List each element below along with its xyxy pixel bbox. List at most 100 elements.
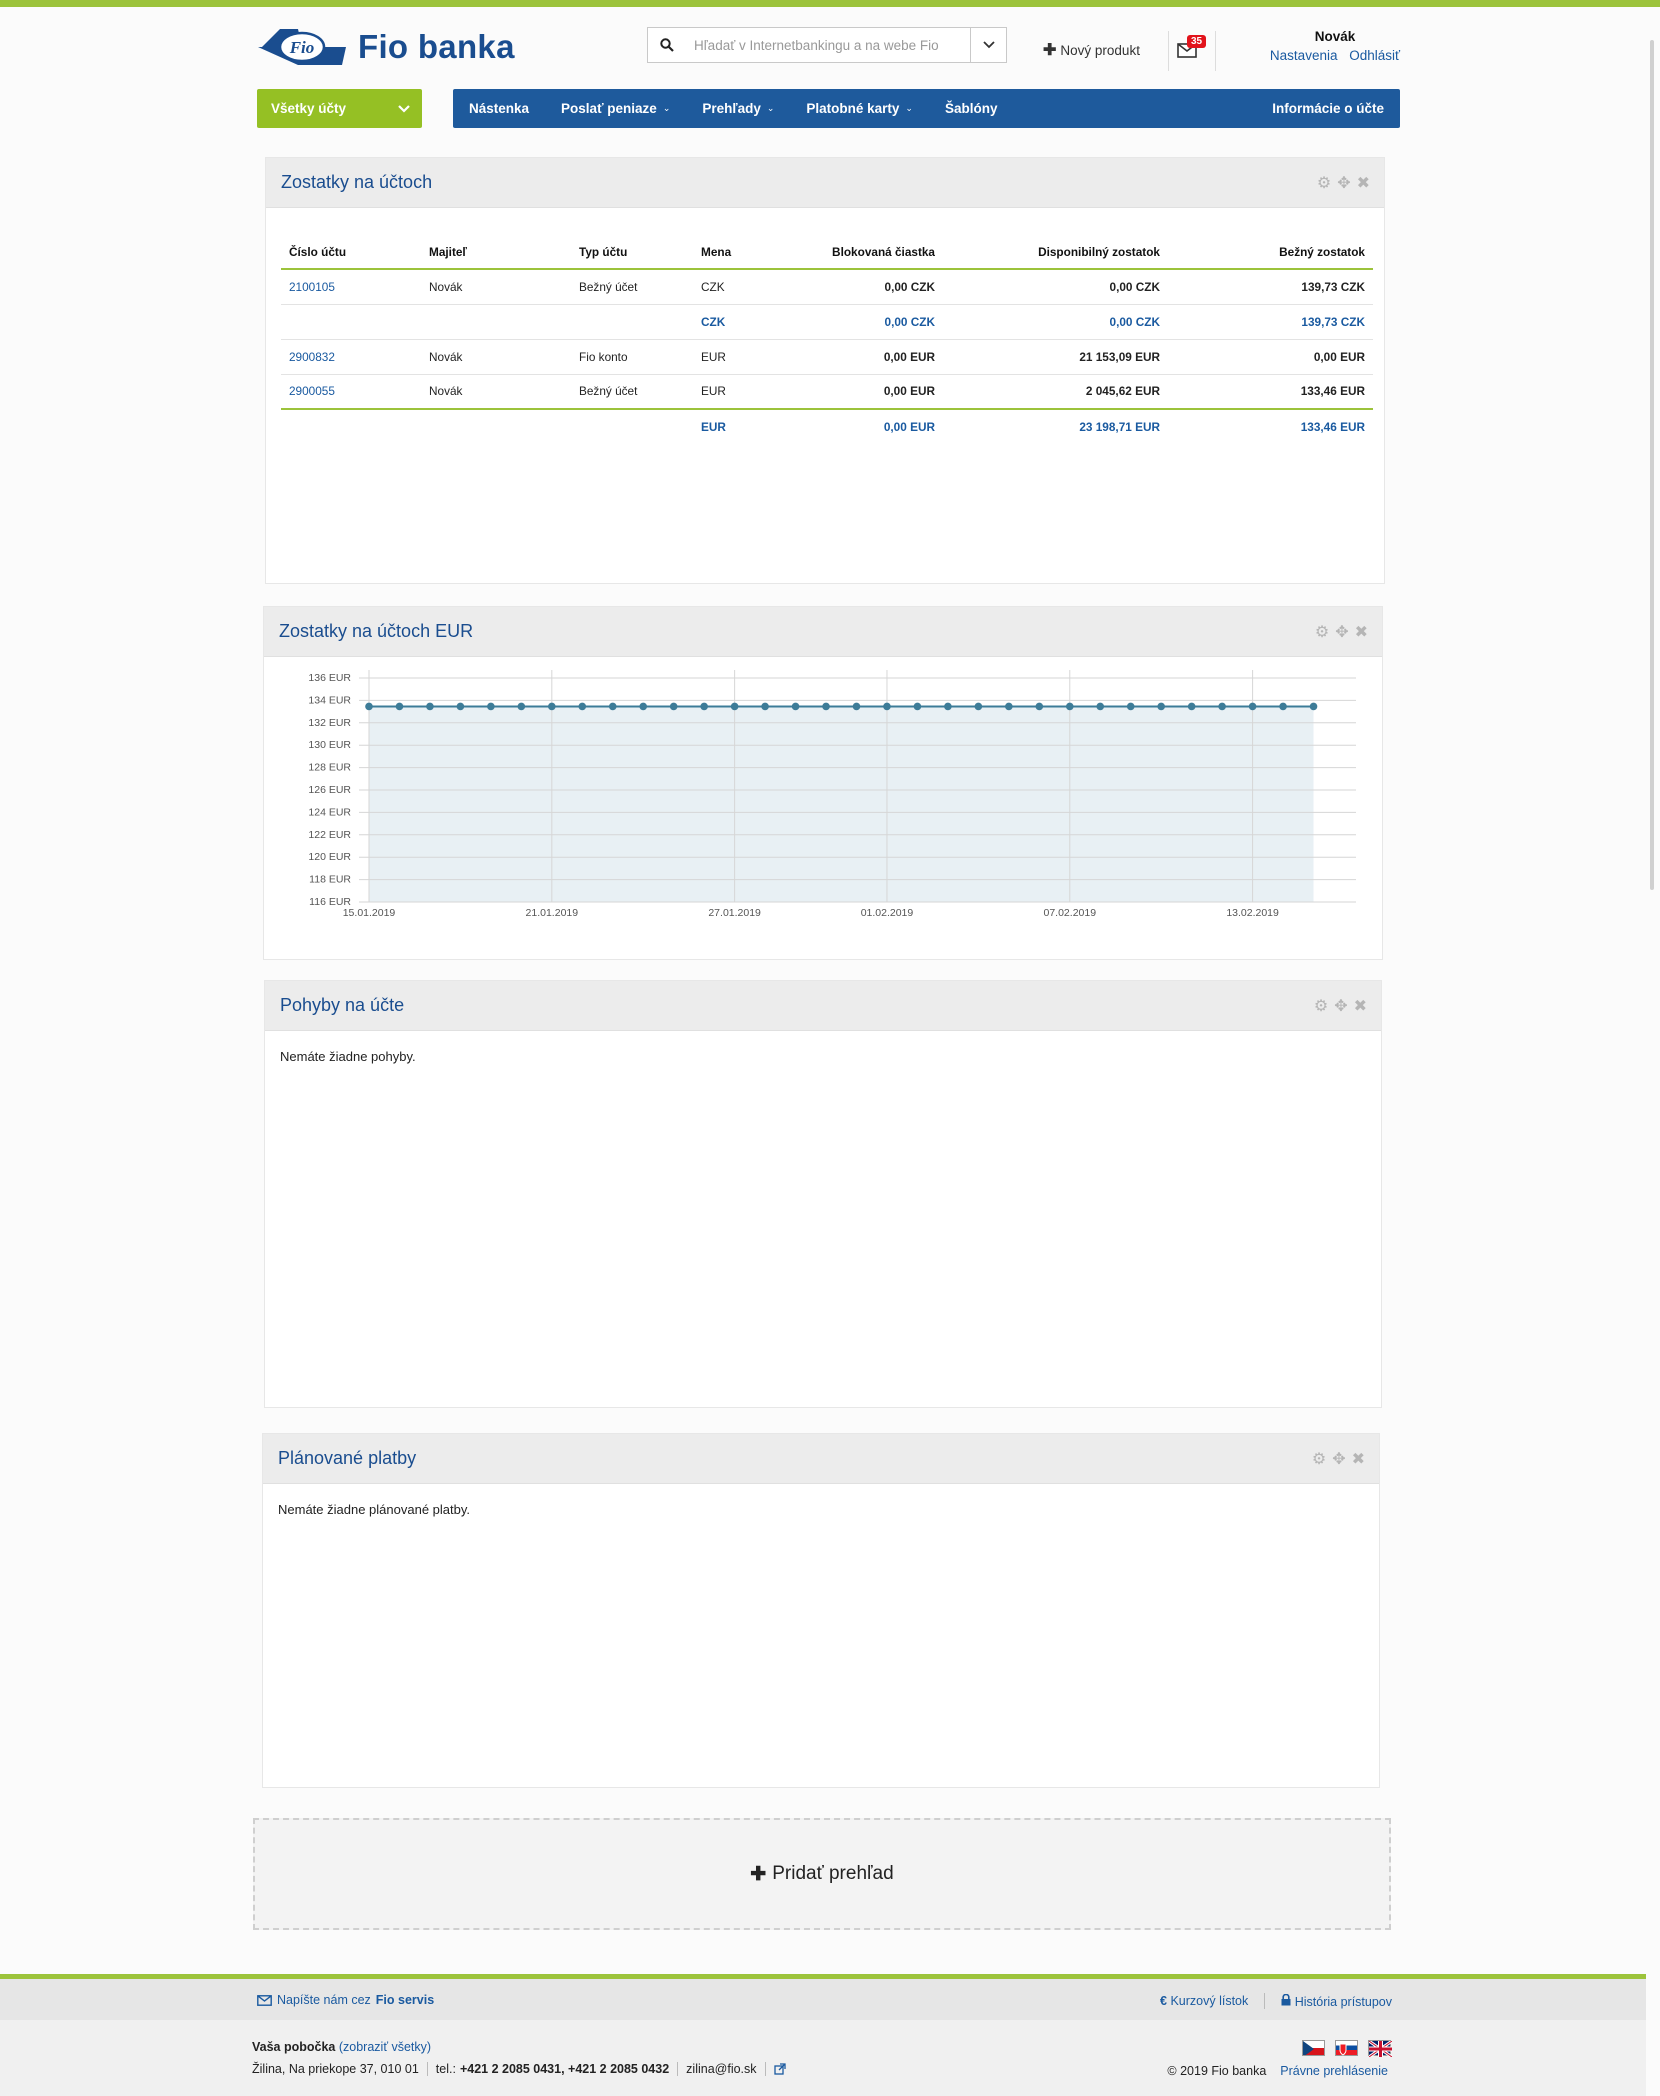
account-link[interactable]: 2900055: [289, 384, 335, 398]
type-cell: [571, 409, 693, 444]
czech-flag-icon[interactable]: [1302, 2040, 1325, 2056]
owner-cell: Novák: [421, 374, 571, 410]
move-icon[interactable]: ✥: [1337, 173, 1350, 193]
close-icon[interactable]: ✖: [1357, 173, 1370, 193]
owner-cell: [421, 304, 571, 340]
gear-icon[interactable]: ⚙: [1312, 1449, 1326, 1469]
gear-icon[interactable]: ⚙: [1314, 996, 1328, 1016]
account-cell: [281, 409, 421, 444]
chart-panel: Zostatky na účtoch EUR ⚙ ✥ ✖ 136 EUR 134 …: [263, 606, 1383, 960]
currency-cell: EUR: [693, 374, 793, 410]
contact-link[interactable]: Napíšte nám cez Fio servis: [257, 1993, 434, 2007]
col-blocked[interactable]: Blokovaná čiastka: [793, 236, 943, 270]
logo[interactable]: Fio Fio banka: [258, 21, 515, 73]
data-point: [517, 702, 526, 711]
nav-payment-cards[interactable]: Platobné karty ⌄: [790, 89, 929, 128]
nav-send-money[interactable]: Poslať peniaze ⌄: [545, 89, 686, 128]
currency-total-row: EUR 0,00 EUR 23 198,71 EUR 133,46 EUR: [281, 409, 1373, 444]
move-icon[interactable]: ✥: [1332, 1449, 1345, 1469]
divider: [1264, 1993, 1266, 2009]
data-point: [761, 702, 769, 711]
main-nav: Nástenka Poslať peniaze ⌄ Prehľady ⌄ Plato…: [453, 89, 1400, 128]
messages-button[interactable]: 35: [1168, 31, 1216, 71]
lock-icon: [1281, 1993, 1291, 2005]
panel-header: Plánované platby ⚙ ✥ ✖: [263, 1434, 1379, 1484]
owner-cell: [421, 409, 571, 444]
top-accent-bar: [0, 0, 1660, 7]
move-icon[interactable]: ✥: [1334, 996, 1347, 1016]
euro-icon: €: [1160, 1994, 1167, 2008]
account-link[interactable]: 2900832: [289, 350, 335, 364]
nav-dashboard[interactable]: Nástenka: [453, 89, 545, 128]
close-icon[interactable]: ✖: [1354, 996, 1367, 1016]
data-point: [730, 702, 739, 711]
account-link[interactable]: 2100105: [289, 280, 335, 294]
logout-link[interactable]: Odhlásiť: [1349, 48, 1400, 63]
legal-link[interactable]: Právne prehlásenie: [1280, 2064, 1388, 2078]
search-dropdown-button[interactable]: [970, 28, 1006, 62]
account-select[interactable]: Všetky účty: [257, 89, 422, 128]
data-point: [1218, 702, 1226, 711]
data-point: [548, 702, 556, 711]
add-overview-button[interactable]: ✚ Pridať prehľad: [253, 1818, 1391, 1930]
move-icon[interactable]: ✥: [1335, 622, 1348, 642]
data-point: [426, 702, 434, 711]
data-point: [1187, 702, 1196, 711]
blocked-cell: 0,00 EUR: [793, 339, 943, 375]
blocked-cell: 0,00 CZK: [793, 304, 943, 340]
contact-label: Napíšte nám cez: [277, 1993, 371, 2007]
available-cell: 0,00 CZK: [943, 269, 1168, 305]
available-cell: 21 153,09 EUR: [943, 339, 1168, 375]
col-owner[interactable]: Majiteľ: [421, 236, 571, 270]
movements-panel: Pohyby na účte ⚙ ✥ ✖ Nemáte žiadne pohyb…: [264, 980, 1382, 1408]
all-branches-link[interactable]: (zobraziť všetky): [339, 2040, 431, 2054]
close-icon[interactable]: ✖: [1352, 1449, 1365, 1469]
slovak-flag-icon[interactable]: [1335, 2040, 1358, 2056]
y-tick-label: 126 EUR: [308, 784, 351, 796]
type-cell: Bežný účet: [571, 374, 693, 410]
available-cell: 2 045,62 EUR: [943, 374, 1168, 410]
new-product-button[interactable]: ✚ Nový produkt: [1043, 40, 1140, 60]
external-link-icon[interactable]: [773, 2063, 786, 2075]
user-menu: Novák Nastavenia Odhlásiť: [1260, 29, 1410, 63]
settings-link[interactable]: Nastavenia: [1270, 48, 1338, 63]
nav-templates[interactable]: Šablóny: [929, 89, 1014, 128]
y-tick-label: 128 EUR: [308, 762, 351, 774]
uk-flag-icon[interactable]: [1368, 2040, 1392, 2057]
exchange-rates-link[interactable]: € Kurzový lístok: [1160, 1994, 1248, 2008]
data-point: [974, 702, 983, 711]
chevron-down-icon: ⌄: [662, 103, 671, 113]
unread-count-badge: 35: [1187, 35, 1207, 48]
account-cell: [281, 304, 421, 340]
gear-icon[interactable]: ⚙: [1317, 173, 1331, 193]
nav-account-info[interactable]: Informácie o účte: [1256, 89, 1400, 128]
col-available[interactable]: Disponibilný zostatok: [943, 236, 1168, 270]
search-icon[interactable]: [648, 28, 686, 62]
type-cell: Bežný účet: [571, 269, 693, 305]
blocked-cell: 0,00 EUR: [883, 420, 935, 434]
col-balance[interactable]: Bežný zostatok: [1168, 236, 1373, 270]
branch-email[interactable]: zilina@fio.sk: [686, 2062, 756, 2076]
data-point: [669, 702, 678, 711]
close-icon[interactable]: ✖: [1355, 622, 1368, 642]
table-row: 2900832 Novák Fio konto EUR 0,00 EUR 21 …: [281, 339, 1373, 375]
col-type[interactable]: Typ účtu: [571, 236, 693, 270]
data-point: [1309, 702, 1318, 711]
balance-cell: 133,46 EUR: [1300, 420, 1365, 434]
search-input[interactable]: [686, 28, 970, 62]
nav-overviews[interactable]: Prehľady ⌄: [686, 89, 790, 128]
balances-panel: Zostatky na účtoch ⚙ ✥ ✖ Číslo účtu Maji…: [265, 157, 1385, 584]
col-account[interactable]: Číslo účtu: [281, 236, 421, 270]
page-scrollbar[interactable]: [1650, 40, 1654, 890]
branch-info: Vaša pobočka (zobraziť všetky): [252, 2040, 431, 2054]
panel-header: Zostatky na účtoch ⚙ ✥ ✖: [266, 158, 1384, 208]
col-currency[interactable]: Mena: [693, 236, 793, 270]
chevron-down-icon: ⌄: [766, 103, 775, 113]
gear-icon[interactable]: ⚙: [1315, 622, 1329, 642]
access-history-link[interactable]: História prístupov: [1281, 1993, 1392, 2009]
x-tick-label: 13.02.2019: [1226, 907, 1279, 919]
data-point: [395, 702, 404, 711]
empty-message: Nemáte žiadne plánované platby.: [278, 1502, 470, 1517]
contact-service: Fio servis: [375, 1993, 435, 2007]
data-point: [1157, 702, 1165, 711]
